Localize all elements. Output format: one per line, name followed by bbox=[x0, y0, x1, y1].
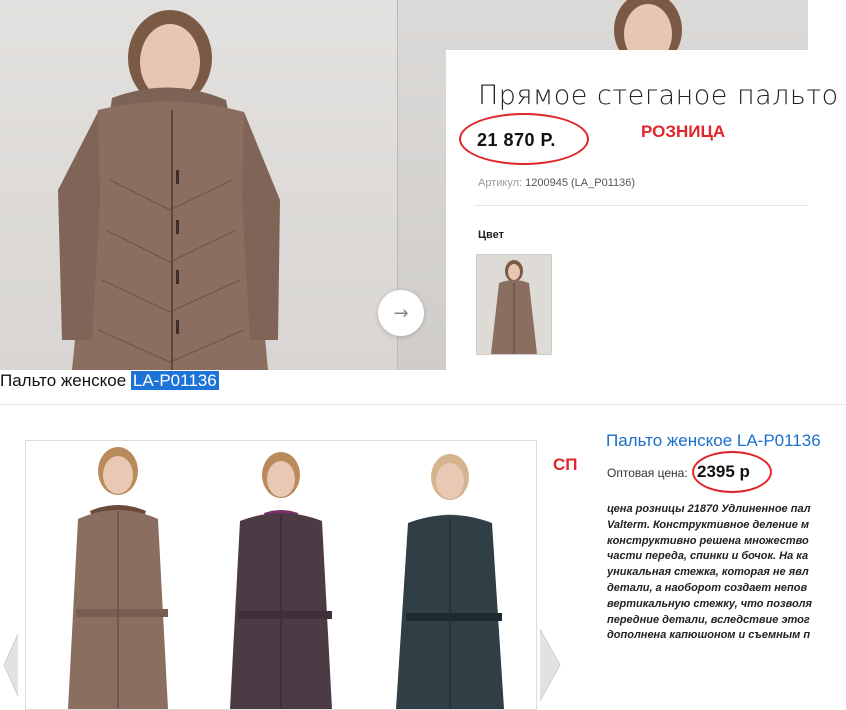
wholesale-annotation-label: СП bbox=[553, 455, 578, 474]
section-divider bbox=[0, 404, 846, 405]
sku-value: 1200945 (LA_P01136) bbox=[525, 177, 636, 189]
wholesale-price-annotation-circle bbox=[692, 451, 772, 493]
wholesale-price-label: Оптовая цена: bbox=[607, 466, 688, 480]
description-line: конструктивно решена множество bbox=[607, 534, 809, 547]
wholesale-photo-frame bbox=[25, 440, 537, 710]
wholesale-product-link[interactable]: Пальто женское LA-P01136 bbox=[606, 431, 821, 451]
chevron-left-icon bbox=[3, 633, 19, 697]
gallery-prev-button[interactable] bbox=[0, 630, 20, 700]
product-caption: Пальто женское LA-P01136 bbox=[0, 371, 219, 391]
description-line: Valterm. Конструктивное деление м bbox=[607, 518, 810, 531]
color-swatch-mocha[interactable] bbox=[476, 254, 552, 355]
product-title: Прямое стеганое пальто bbox=[478, 80, 839, 111]
three-models-coats-image bbox=[26, 441, 536, 709]
description-line: уникальная стежка, которая не явл bbox=[607, 566, 809, 579]
model-in-mocha-coat-image bbox=[58, 10, 280, 370]
retail-price-annotation-circle bbox=[459, 113, 589, 165]
caption-text: Пальто женское bbox=[0, 371, 131, 390]
product-photo-main bbox=[0, 0, 398, 370]
info-divider bbox=[474, 205, 808, 206]
product-description: цена розницы 21870 Удлиненное пал Valter… bbox=[607, 502, 846, 652]
gallery-next-button[interactable] bbox=[538, 625, 562, 705]
description-line: передние детали, вследствие этог bbox=[607, 613, 810, 626]
chevron-right-icon bbox=[539, 628, 561, 702]
caption-highlighted-sku[interactable]: LA-P01136 bbox=[130, 371, 219, 390]
arrow-right-icon: → bbox=[393, 302, 409, 324]
description-line: части переда, спинки и бочок. На ка bbox=[607, 550, 809, 563]
color-swatch-thumbnail-image bbox=[477, 255, 551, 354]
sku-label: Артикул: bbox=[478, 177, 523, 189]
description-line: дополнена капюшоном и съемным п bbox=[607, 629, 811, 642]
color-label: Цвет bbox=[478, 229, 505, 241]
description-line: цена розницы 21870 Удлиненное пал bbox=[607, 503, 811, 515]
retail-annotation-label: РОЗНИЦА bbox=[641, 122, 726, 141]
description-line: вертикальную стежку, что позволя bbox=[607, 597, 813, 610]
carousel-next-button[interactable]: → bbox=[378, 290, 424, 336]
product-sku: Артикул: 1200945 (LA_P01136) bbox=[478, 177, 635, 189]
description-line: детали, а наоборот создает непов bbox=[607, 581, 808, 594]
